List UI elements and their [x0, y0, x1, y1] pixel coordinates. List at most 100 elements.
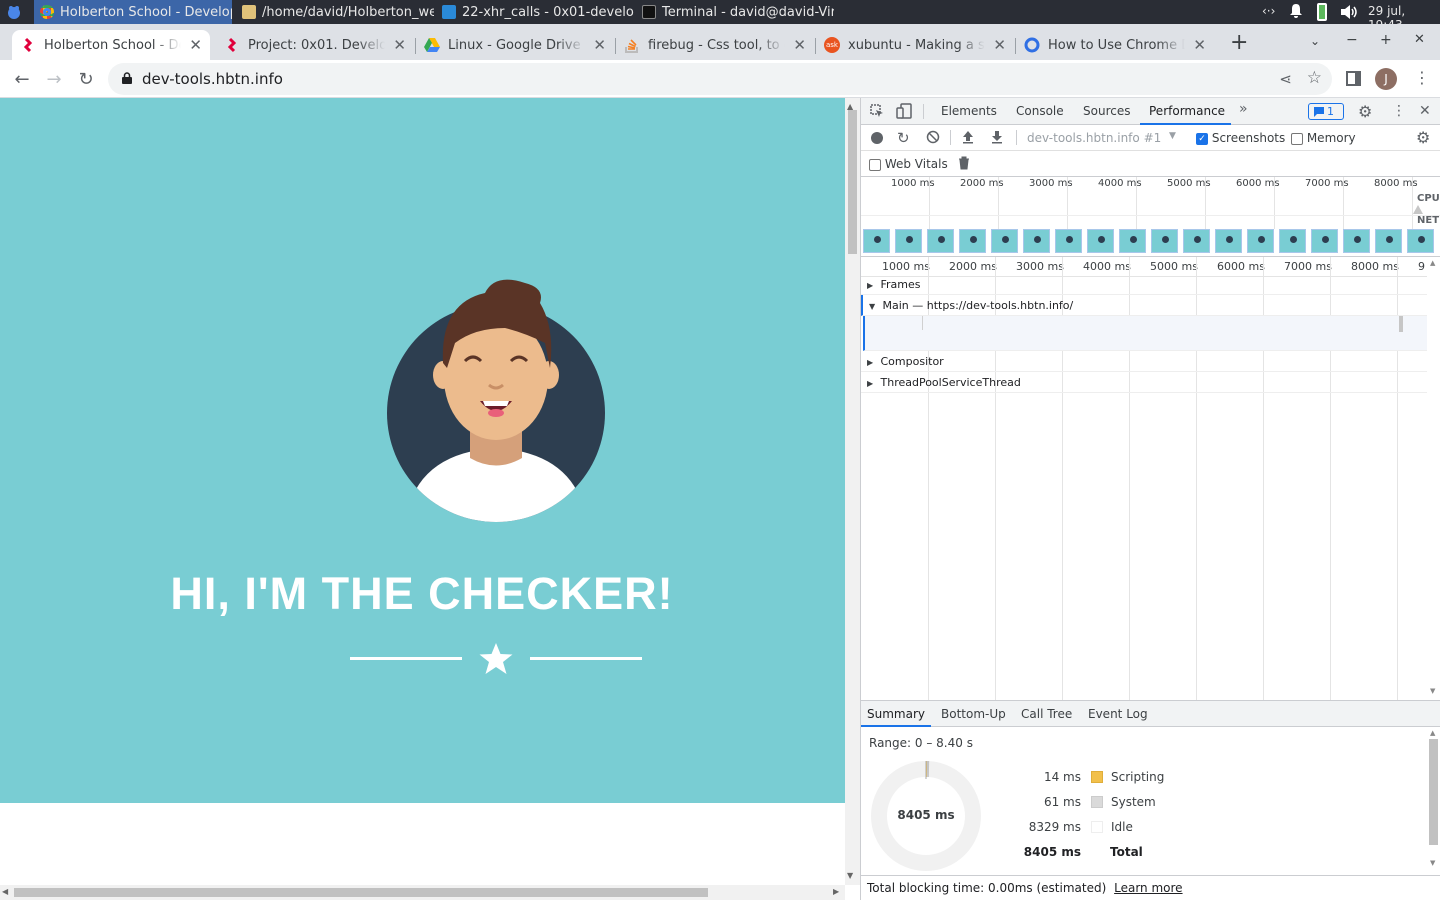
summary-scrollbar[interactable]: ▲ ▼: [1427, 727, 1440, 873]
chrome-menu-icon[interactable]: ⋮: [1414, 68, 1430, 87]
taskbar-item-vscode[interactable]: 22-xhr_calls - 0x01-develope...: [436, 0, 634, 24]
network-icon[interactable]: ‹·›: [1262, 4, 1275, 18]
bookmark-star-icon[interactable]: ☆: [1307, 68, 1322, 88]
scrollbar-thumb[interactable]: [1429, 739, 1438, 845]
back-arrow-icon[interactable]: ←: [10, 67, 34, 91]
main-thread-lane[interactable]: [863, 316, 1427, 351]
screenshot-thumbnail[interactable]: [1375, 229, 1402, 253]
track-main[interactable]: ▼ Main — https://dev-tools.hbtn.info/: [861, 295, 1427, 316]
close-icon[interactable]: ✕: [793, 36, 806, 54]
screenshot-thumbnail[interactable]: [1119, 229, 1146, 253]
record-icon[interactable]: [871, 132, 883, 144]
screenshot-thumbnail[interactable]: [1215, 229, 1242, 253]
xfce-menu-icon[interactable]: [0, 0, 30, 24]
screenshot-thumbnail[interactable]: [1183, 229, 1210, 253]
screenshots-checkbox[interactable]: ✓ Screenshots: [1196, 131, 1285, 145]
close-icon[interactable]: ✕: [1193, 36, 1206, 54]
web-vitals-checkbox[interactable]: Web Vitals: [869, 157, 948, 171]
screenshot-thumbnail[interactable]: [1055, 229, 1082, 253]
flame-chart[interactable]: 1000 ms 2000 ms 3000 ms 4000 ms 5000 ms …: [861, 257, 1440, 700]
taskbar-item-files[interactable]: /home/david/Holberton_web...: [236, 0, 434, 24]
track-compositor[interactable]: ▶ Compositor: [861, 351, 1427, 372]
page-horizontal-scrollbar[interactable]: ◀ ▶: [0, 885, 845, 900]
track-frames[interactable]: ▶ Frames: [861, 274, 1427, 295]
screenshot-thumbnail[interactable]: [1407, 229, 1434, 253]
share-icon[interactable]: ⋖: [1279, 70, 1292, 88]
taskbar-item-terminal[interactable]: Terminal - david@david-Virt...: [636, 0, 834, 24]
load-profile-icon[interactable]: [961, 130, 975, 147]
maximize-icon[interactable]: +: [1380, 32, 1392, 48]
screenshot-thumbnail[interactable]: [1311, 229, 1338, 253]
taskbar-item-chrome[interactable]: Holberton School - Develop...: [34, 0, 232, 24]
notification-bell-icon[interactable]: [1289, 3, 1303, 23]
devtools-menu-icon[interactable]: ⋮: [1392, 103, 1406, 119]
window-close-icon[interactable]: ✕: [1414, 32, 1425, 47]
close-devtools-icon[interactable]: ✕: [1419, 103, 1431, 119]
recording-select[interactable]: dev-tools.hbtn.info #1 ▼: [1027, 131, 1187, 145]
timeline-overview[interactable]: 1000 ms 2000 ms 3000 ms 4000 ms 5000 ms …: [861, 177, 1440, 257]
tab-summary[interactable]: Summary: [861, 701, 931, 727]
minimize-icon[interactable]: −: [1346, 32, 1358, 48]
learn-more-link[interactable]: Learn more: [1114, 881, 1182, 895]
volume-icon[interactable]: [1340, 4, 1358, 24]
trash-icon[interactable]: [958, 156, 970, 173]
expand-triangle-icon[interactable]: ▶: [867, 275, 877, 296]
tab-holberton[interactable]: Holberton School - Developer ✕: [12, 30, 210, 60]
memory-checkbox[interactable]: Memory: [1291, 131, 1356, 145]
screenshot-thumbnail[interactable]: [1279, 229, 1306, 253]
collapse-triangle-icon[interactable]: ▼: [869, 296, 879, 317]
tab-google-drive[interactable]: Linux - Google Drive ✕: [416, 30, 614, 60]
settings-gear-icon[interactable]: ⚙: [1358, 102, 1372, 121]
reload-profile-icon[interactable]: ↻: [897, 129, 910, 147]
scrollbar-thumb[interactable]: [14, 888, 708, 897]
screenshot-thumbnail[interactable]: [1087, 229, 1114, 253]
close-icon[interactable]: ✕: [393, 36, 406, 54]
close-icon[interactable]: ✕: [593, 36, 606, 54]
expand-triangle-icon[interactable]: ▶: [867, 352, 877, 373]
side-panel-icon[interactable]: [1346, 71, 1361, 86]
screenshot-thumbnail[interactable]: [1151, 229, 1178, 253]
tab-project[interactable]: Project: 0x01. Developer tools ✕: [216, 30, 414, 60]
screenshot-strip[interactable]: [861, 229, 1440, 253]
page-vertical-scrollbar[interactable]: ▲ ▼: [845, 98, 860, 885]
tab-performance[interactable]: Performance: [1140, 98, 1231, 125]
tab-stackoverflow[interactable]: firebug - Css tool, to calc ✕: [616, 30, 814, 60]
screenshot-thumbnail[interactable]: [1247, 229, 1274, 253]
address-bar[interactable]: dev-tools.hbtn.info ⋖ ☆: [108, 63, 1332, 95]
tab-console[interactable]: Console: [1016, 98, 1064, 125]
save-profile-icon[interactable]: [990, 130, 1004, 147]
screenshot-thumbnail[interactable]: [895, 229, 922, 253]
expand-triangle-icon[interactable]: ▶: [867, 373, 877, 394]
flame-chart-scrollbar[interactable]: ▲ ▼: [1427, 257, 1440, 700]
more-tabs-icon[interactable]: »: [1239, 101, 1248, 117]
issues-badge[interactable]: 1: [1308, 103, 1344, 120]
tab-search-icon[interactable]: ⌄: [1310, 34, 1320, 48]
clear-icon[interactable]: [926, 130, 940, 147]
close-icon[interactable]: ✕: [993, 36, 1006, 54]
screenshot-thumbnail[interactable]: [991, 229, 1018, 253]
tab-chrome-devtools-article[interactable]: How to Use Chrome DevTools ✕: [1016, 30, 1214, 60]
tab-sources[interactable]: Sources: [1083, 98, 1130, 125]
tab-event-log[interactable]: Event Log: [1088, 701, 1148, 727]
tab-elements[interactable]: Elements: [941, 98, 997, 125]
inspect-element-icon[interactable]: [870, 104, 884, 121]
reload-icon[interactable]: ↻: [74, 67, 98, 91]
screenshot-thumbnail[interactable]: [1023, 229, 1050, 253]
main-thread-task[interactable]: [1399, 316, 1403, 332]
forward-arrow-icon[interactable]: →: [42, 67, 66, 91]
screenshot-thumbnail[interactable]: [1343, 229, 1370, 253]
scrollbar-thumb[interactable]: [848, 110, 857, 254]
screenshot-thumbnail[interactable]: [927, 229, 954, 253]
tab-askubuntu[interactable]: ask xubuntu - Making a screenshot ✕: [816, 30, 1014, 60]
screenshot-thumbnail[interactable]: [863, 229, 890, 253]
tab-bottom-up[interactable]: Bottom-Up: [941, 701, 1006, 727]
capture-settings-gear-icon[interactable]: ⚙: [1416, 128, 1430, 147]
screenshot-thumbnail[interactable]: [959, 229, 986, 253]
tab-call-tree[interactable]: Call Tree: [1021, 701, 1072, 727]
battery-icon[interactable]: [1317, 3, 1327, 21]
close-icon[interactable]: ✕: [189, 36, 202, 54]
profile-avatar[interactable]: J: [1375, 68, 1397, 90]
track-threadpool[interactable]: ▶ ThreadPoolServiceThread: [861, 372, 1427, 393]
device-toolbar-icon[interactable]: [896, 103, 912, 122]
new-tab-button[interactable]: +: [1230, 30, 1248, 55]
